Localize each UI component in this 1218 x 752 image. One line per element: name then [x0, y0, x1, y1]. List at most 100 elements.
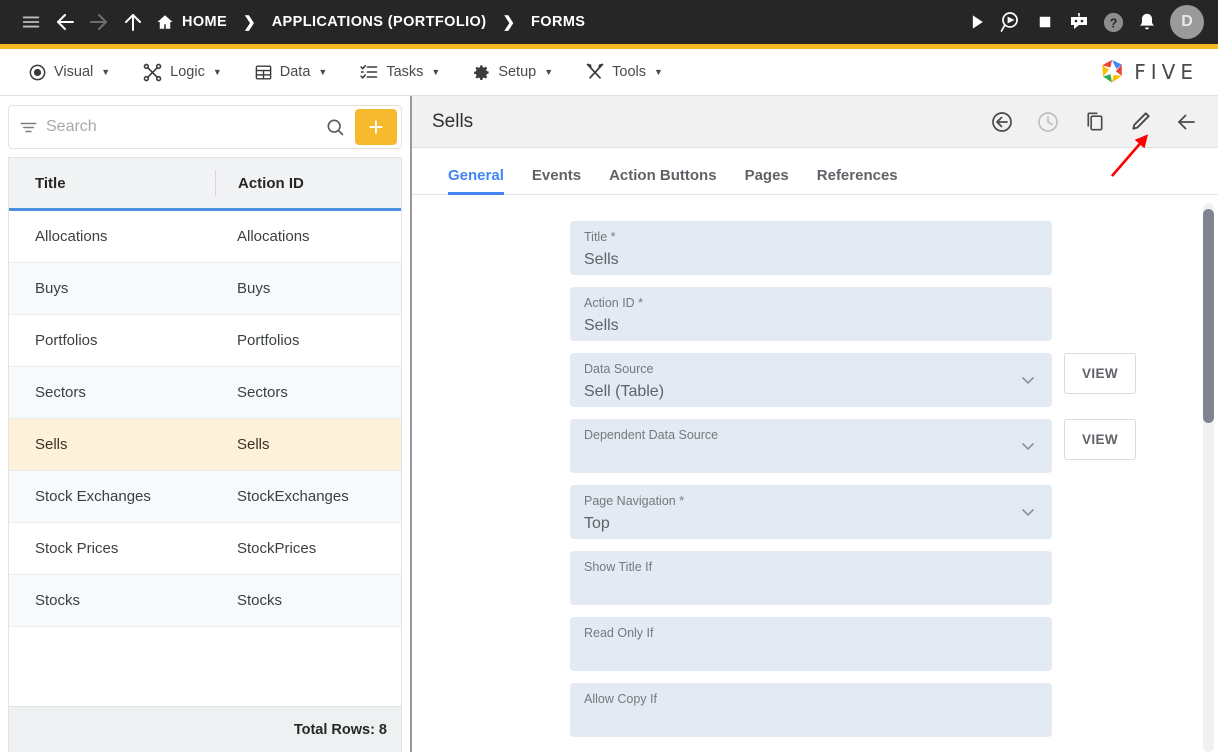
field-row-dependent-data-source: Dependent Data Source VIEW: [412, 419, 1218, 473]
detail-panel-header: Sells: [412, 96, 1218, 148]
row-action-id: StockPrices: [237, 540, 317, 557]
breadcrumb-home-label: HOME: [182, 14, 228, 30]
page-title: Sells: [432, 110, 474, 132]
avatar[interactable]: D: [1170, 5, 1204, 39]
table-row[interactable]: Portfolios Portfolios: [9, 315, 401, 367]
field-allow-copy-if[interactable]: Allow Copy If: [570, 683, 1052, 737]
menu-logic[interactable]: Logic ▼: [126, 52, 238, 92]
arrow-right-icon[interactable]: [82, 5, 116, 39]
menu-data[interactable]: Data ▼: [238, 52, 344, 92]
field-data-source[interactable]: Data Source Sell (Table): [570, 353, 1052, 407]
menu-tasks-label: Tasks: [386, 64, 424, 80]
field-row-action-id: Action ID * Sells: [412, 287, 1218, 341]
field-row-page-navigation: Page Navigation * Top: [412, 485, 1218, 539]
search-bar: +: [8, 105, 402, 149]
chevron-down-icon[interactable]: [1018, 370, 1038, 390]
breadcrumb-applications[interactable]: APPLICATIONS (PORTFOLIO): [266, 14, 493, 30]
row-action-id: Portfolios: [237, 332, 300, 349]
menu-visual-label: Visual: [54, 64, 94, 80]
row-title: Stock Exchanges: [35, 488, 151, 505]
main-body: + Title Action ID AllocationsAllocations…: [0, 96, 1218, 752]
menu-tools[interactable]: Tools ▼: [569, 52, 679, 92]
notifications-bell-icon[interactable]: [1130, 5, 1164, 39]
app-root: HOME ❯ APPLICATIONS (PORTFOLIO) ❯ FORMS: [0, 0, 1218, 752]
table-row[interactable]: Stock Exchanges StockExchanges: [9, 471, 401, 523]
row-action-id: Sectors: [237, 384, 288, 401]
breadcrumb-forms[interactable]: FORMS: [525, 14, 591, 30]
eye-icon: [28, 63, 47, 82]
stop-icon[interactable]: [1028, 5, 1062, 39]
tab-general[interactable]: General: [434, 167, 518, 195]
field-title[interactable]: Title * Sells: [570, 221, 1052, 275]
field-read-only-if[interactable]: Read Only If: [570, 617, 1052, 671]
table-grid-icon: [254, 63, 273, 82]
breadcrumb-separator-2: ❯: [502, 14, 516, 31]
menu-setup[interactable]: Setup ▼: [456, 52, 569, 92]
field-action-id[interactable]: Action ID * Sells: [570, 287, 1052, 341]
avatar-initial: D: [1181, 13, 1193, 30]
table-row[interactable]: Stock Prices StockPrices: [9, 523, 401, 575]
forms-grid-header: Title Action ID: [9, 158, 401, 211]
field-page-navigation[interactable]: Page Navigation * Top: [570, 485, 1052, 539]
menu-logic-label: Logic: [170, 64, 205, 80]
breadcrumb-separator-1: ❯: [243, 14, 256, 31]
column-header-title[interactable]: Title: [9, 158, 215, 208]
filter-icon[interactable]: [19, 118, 46, 137]
table-row[interactable]: Sectors Sectors: [9, 367, 401, 419]
help-icon[interactable]: ?: [1096, 5, 1130, 39]
table-row[interactable]: Sells Sells: [9, 419, 401, 471]
field-label: Dependent Data Source: [584, 428, 719, 442]
add-form-button[interactable]: +: [355, 109, 397, 145]
table-row[interactable]: Buys Buys: [9, 263, 401, 315]
table-row[interactable]: Stocks Stocks: [9, 575, 401, 627]
search-icon[interactable]: [315, 117, 355, 137]
hamburger-icon[interactable]: [14, 5, 48, 39]
table-row[interactable]: Allocations Allocations: [9, 211, 401, 263]
scrollbar-thumb[interactable]: [1203, 209, 1214, 423]
home-icon: [156, 13, 174, 31]
chevron-down-icon: ▼: [212, 67, 222, 77]
menu-tasks[interactable]: Tasks ▼: [343, 52, 456, 92]
chevron-down-icon[interactable]: [1018, 502, 1038, 522]
view-button-data-source[interactable]: VIEW: [1064, 353, 1136, 394]
search-input[interactable]: [46, 118, 315, 136]
arrow-up-icon[interactable]: [116, 5, 150, 39]
application-menu-bar: Visual ▼ Logic ▼ Data ▼ Tasks ▼ Setup ▼ …: [0, 49, 1218, 96]
tab-action-buttons[interactable]: Action Buttons: [595, 167, 730, 194]
field-row-title: Title * Sells: [412, 221, 1218, 275]
form-scroll-area: Title * Sells Action ID * Sells Data Source S…: [412, 195, 1218, 752]
forms-list-panel: + Title Action ID AllocationsAllocations…: [0, 96, 412, 752]
copy-icon[interactable]: [1076, 104, 1112, 140]
field-dependent-data-source[interactable]: Dependent Data Source: [570, 419, 1052, 473]
brand-logo: FIVE: [1097, 57, 1206, 87]
tab-references[interactable]: References: [803, 167, 912, 194]
row-title: Buys: [35, 280, 69, 297]
column-header-action-id[interactable]: Action ID: [215, 170, 401, 196]
tools-icon: [585, 62, 605, 82]
five-pinwheel-logo: [1097, 57, 1127, 87]
arrow-left-icon[interactable]: [48, 5, 82, 39]
run-icon[interactable]: [960, 5, 994, 39]
field-label: Action ID *: [584, 296, 644, 310]
add-form-button-label: +: [368, 112, 384, 142]
menu-visual[interactable]: Visual ▼: [12, 52, 126, 92]
vertical-scrollbar[interactable]: [1203, 203, 1214, 752]
view-button-dependent-data-source[interactable]: VIEW: [1064, 419, 1136, 460]
history-clock-icon[interactable]: [1030, 104, 1066, 140]
field-show-title-if[interactable]: Show Title If: [570, 551, 1052, 605]
logic-nodes-icon: [142, 62, 163, 83]
view-button-label: VIEW: [1081, 432, 1119, 447]
breadcrumb-home[interactable]: HOME: [150, 13, 233, 31]
menu-setup-label: Setup: [498, 64, 537, 80]
tab-pages[interactable]: Pages: [731, 167, 803, 194]
debug-icon[interactable]: [994, 5, 1028, 39]
chatbot-icon[interactable]: [1062, 5, 1096, 39]
form-detail-panel: Sells General Events Action Buttons Page…: [412, 96, 1218, 752]
field-label: Title *: [584, 230, 616, 244]
chevron-down-icon[interactable]: [1018, 436, 1038, 456]
edit-pencil-icon[interactable]: [1122, 104, 1158, 140]
back-arrow-icon[interactable]: [1168, 104, 1204, 140]
revert-icon[interactable]: [984, 104, 1020, 140]
tab-events[interactable]: Events: [518, 167, 595, 194]
breadcrumb-applications-label: APPLICATIONS (PORTFOLIO): [271, 14, 487, 30]
